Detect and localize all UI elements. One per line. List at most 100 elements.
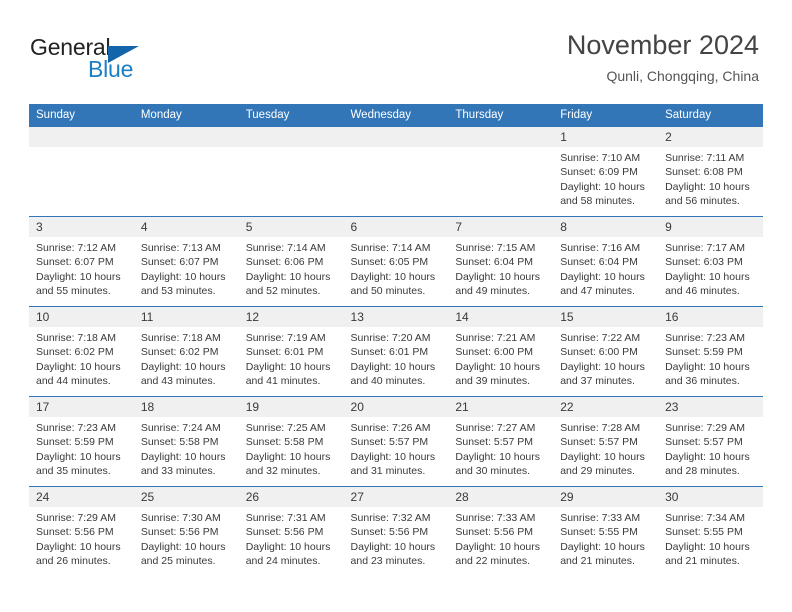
day-details: Sunrise: 7:14 AM Sunset: 6:06 PM Daylight:… [239,237,344,298]
day-number: 17 [29,397,134,417]
calendar-day-cell[interactable]: 14 Sunrise: 7:21 AM Sunset: 6:00 PM Dayligh… [448,306,554,397]
sunset-text: Sunset: 5:56 PM [455,526,534,539]
sunset-text: Sunset: 6:04 PM [560,256,638,269]
daylight-text: Daylight: 10 hours and 49 minutes. [455,270,541,297]
sunrise-text: Sunrise: 7:24 AM [140,422,221,434]
calendar-cell-empty [448,126,554,217]
calendar-day-cell[interactable]: 20 Sunrise: 7:26 AM Sunset: 5:57 PM Dayligh… [343,396,449,487]
calendar-day-cell[interactable]: 17 Sunrise: 7:23 AM Sunset: 5:59 PM Dayligh… [29,396,134,487]
sunset-text: Sunset: 6:07 PM [140,256,219,269]
calendar-day-cell[interactable]: 23 Sunrise: 7:29 AM Sunset: 5:57 PM Dayligh… [658,396,763,487]
sunrise-text: Sunrise: 7:33 AM [560,512,641,524]
weekday-header-friday: Friday [553,104,659,127]
calendar-day-cell[interactable]: 15 Sunrise: 7:22 AM Sunset: 6:00 PM Dayligh… [553,306,659,397]
sunrise-text: Sunrise: 7:18 AM [140,332,221,344]
sunset-text: Sunset: 5:57 PM [560,436,638,449]
sunset-text: Sunset: 5:56 PM [140,526,219,539]
calendar-day-cell[interactable]: 22 Sunrise: 7:28 AM Sunset: 5:57 PM Dayligh… [553,396,659,487]
sunrise-text: Sunrise: 7:30 AM [140,512,221,524]
weekday-header-monday: Monday [133,104,239,127]
calendar-day-cell[interactable]: 12 Sunrise: 7:19 AM Sunset: 6:01 PM Dayligh… [238,306,344,397]
day-number: 10 [29,307,134,327]
day-number: 29 [553,487,659,507]
day-number: 4 [133,217,239,237]
day-details: Sunrise: 7:29 AM Sunset: 5:57 PM Daylight:… [658,417,763,478]
calendar-page: General Blue November 2024 Qunli, Chongq… [0,0,792,612]
sunset-text: Sunset: 6:01 PM [245,346,324,359]
daylight-text: Daylight: 10 hours and 55 minutes. [36,270,121,297]
calendar-day-cell[interactable]: 2 Sunrise: 7:11 AM Sunset: 6:08 PM Daylight… [658,126,763,217]
daylight-text: Daylight: 10 hours and 25 minutes. [140,540,226,567]
weekday-header-thursday: Thursday [448,104,554,127]
calendar-day-cell[interactable]: 29 Sunrise: 7:33 AM Sunset: 5:55 PM Dayligh… [553,486,659,576]
calendar-day-cell[interactable]: 16 Sunrise: 7:23 AM Sunset: 5:59 PM Dayligh… [658,306,763,397]
day-details: Sunrise: 7:23 AM Sunset: 5:59 PM Daylight:… [29,417,134,478]
daylight-text: Daylight: 10 hours and 41 minutes. [245,360,331,387]
daylight-text: Daylight: 10 hours and 24 minutes. [245,540,331,567]
day-number: 15 [553,307,659,327]
day-details: Sunrise: 7:33 AM Sunset: 5:56 PM Daylight:… [448,507,553,568]
day-number: 28 [448,487,554,507]
daylight-text: Daylight: 10 hours and 46 minutes. [665,270,750,297]
sunrise-text: Sunrise: 7:33 AM [455,512,536,524]
sunset-text: Sunset: 5:59 PM [36,436,114,449]
calendar-day-cell[interactable]: 5 Sunrise: 7:14 AM Sunset: 6:06 PM Daylight… [238,216,344,307]
daylight-text: Daylight: 10 hours and 29 minutes. [560,450,645,477]
calendar-day-cell[interactable]: 7 Sunrise: 7:15 AM Sunset: 6:04 PM Daylight… [448,216,554,307]
calendar-day-cell[interactable]: 6 Sunrise: 7:14 AM Sunset: 6:05 PM Daylight… [343,216,449,307]
day-details: Sunrise: 7:31 AM Sunset: 5:56 PM Daylight:… [239,507,344,568]
calendar-day-cell[interactable]: 8 Sunrise: 7:16 AM Sunset: 6:04 PM Daylight… [553,216,659,307]
calendar-day-cell[interactable]: 25 Sunrise: 7:30 AM Sunset: 5:56 PM Dayligh… [133,486,239,576]
sunset-text: Sunset: 6:09 PM [560,166,638,179]
calendar-day-cell[interactable]: 9 Sunrise: 7:17 AM Sunset: 6:03 PM Daylight… [658,216,763,307]
day-details: Sunrise: 7:18 AM Sunset: 6:02 PM Daylight:… [29,327,134,388]
calendar-day-cell[interactable]: 1 Sunrise: 7:10 AM Sunset: 6:09 PM Daylight… [553,126,659,217]
calendar-day-cell[interactable]: 19 Sunrise: 7:25 AM Sunset: 5:58 PM Dayligh… [238,396,344,487]
calendar-day-cell[interactable]: 18 Sunrise: 7:24 AM Sunset: 5:58 PM Dayligh… [133,396,239,487]
calendar-body: 1 Sunrise: 7:10 AM Sunset: 6:09 PM Daylight… [29,126,763,576]
calendar-day-cell[interactable]: 28 Sunrise: 7:33 AM Sunset: 5:56 PM Dayligh… [448,486,554,576]
day-number: 30 [658,487,763,507]
daylight-text: Daylight: 10 hours and 26 minutes. [36,540,121,567]
day-number [133,127,239,147]
calendar-day-cell[interactable]: 30 Sunrise: 7:34 AM Sunset: 5:55 PM Dayligh… [658,486,763,576]
calendar-day-cell[interactable]: 13 Sunrise: 7:20 AM Sunset: 6:01 PM Dayligh… [343,306,449,397]
sunset-text: Sunset: 6:01 PM [350,346,429,359]
weekday-header-saturday: Saturday [658,104,763,127]
day-details: Sunrise: 7:11 AM Sunset: 6:08 PM Daylight:… [658,147,763,208]
sunrise-text: Sunrise: 7:28 AM [560,422,641,434]
daylight-text: Daylight: 10 hours and 58 minutes. [560,180,645,207]
sunrise-text: Sunrise: 7:14 AM [245,242,326,254]
sunset-text: Sunset: 6:02 PM [140,346,219,359]
sunrise-text: Sunrise: 7:23 AM [665,332,746,344]
day-details: Sunrise: 7:22 AM Sunset: 6:00 PM Daylight:… [553,327,658,388]
day-number: 1 [553,127,659,147]
calendar-week-row: 10 Sunrise: 7:18 AM Sunset: 6:02 PM Dayligh… [29,306,763,397]
day-details: Sunrise: 7:15 AM Sunset: 6:04 PM Daylight:… [448,237,553,298]
sunset-text: Sunset: 5:56 PM [350,526,429,539]
daylight-text: Daylight: 10 hours and 33 minutes. [140,450,226,477]
sunrise-text: Sunrise: 7:12 AM [36,242,116,254]
calendar-day-cell[interactable]: 11 Sunrise: 7:18 AM Sunset: 6:02 PM Dayligh… [133,306,239,397]
day-number: 11 [133,307,239,327]
sunrise-text: Sunrise: 7:19 AM [245,332,326,344]
daylight-text: Daylight: 10 hours and 21 minutes. [560,540,645,567]
calendar-day-cell[interactable]: 4 Sunrise: 7:13 AM Sunset: 6:07 PM Daylight… [133,216,239,307]
day-details: Sunrise: 7:14 AM Sunset: 6:05 PM Daylight:… [344,237,449,298]
calendar-day-cell[interactable]: 26 Sunrise: 7:31 AM Sunset: 5:56 PM Dayligh… [238,486,344,576]
calendar-day-cell[interactable]: 3 Sunrise: 7:12 AM Sunset: 6:07 PM Daylight… [29,216,134,307]
calendar-cell-empty [238,126,344,217]
daylight-text: Daylight: 10 hours and 52 minutes. [245,270,331,297]
day-number: 9 [658,217,763,237]
day-details: Sunrise: 7:30 AM Sunset: 5:56 PM Daylight:… [134,507,239,568]
calendar-day-cell[interactable]: 24 Sunrise: 7:29 AM Sunset: 5:56 PM Dayligh… [29,486,134,576]
calendar-day-cell[interactable]: 21 Sunrise: 7:27 AM Sunset: 5:57 PM Dayligh… [448,396,554,487]
sunset-text: Sunset: 6:08 PM [665,166,743,179]
sunset-text: Sunset: 6:06 PM [245,256,324,269]
day-number: 5 [238,217,344,237]
calendar-day-cell[interactable]: 10 Sunrise: 7:18 AM Sunset: 6:02 PM Dayligh… [29,306,134,397]
daylight-text: Daylight: 10 hours and 53 minutes. [140,270,226,297]
day-details: Sunrise: 7:25 AM Sunset: 5:58 PM Daylight:… [239,417,344,478]
calendar-day-cell[interactable]: 27 Sunrise: 7:32 AM Sunset: 5:56 PM Dayligh… [343,486,449,576]
day-number: 21 [448,397,554,417]
